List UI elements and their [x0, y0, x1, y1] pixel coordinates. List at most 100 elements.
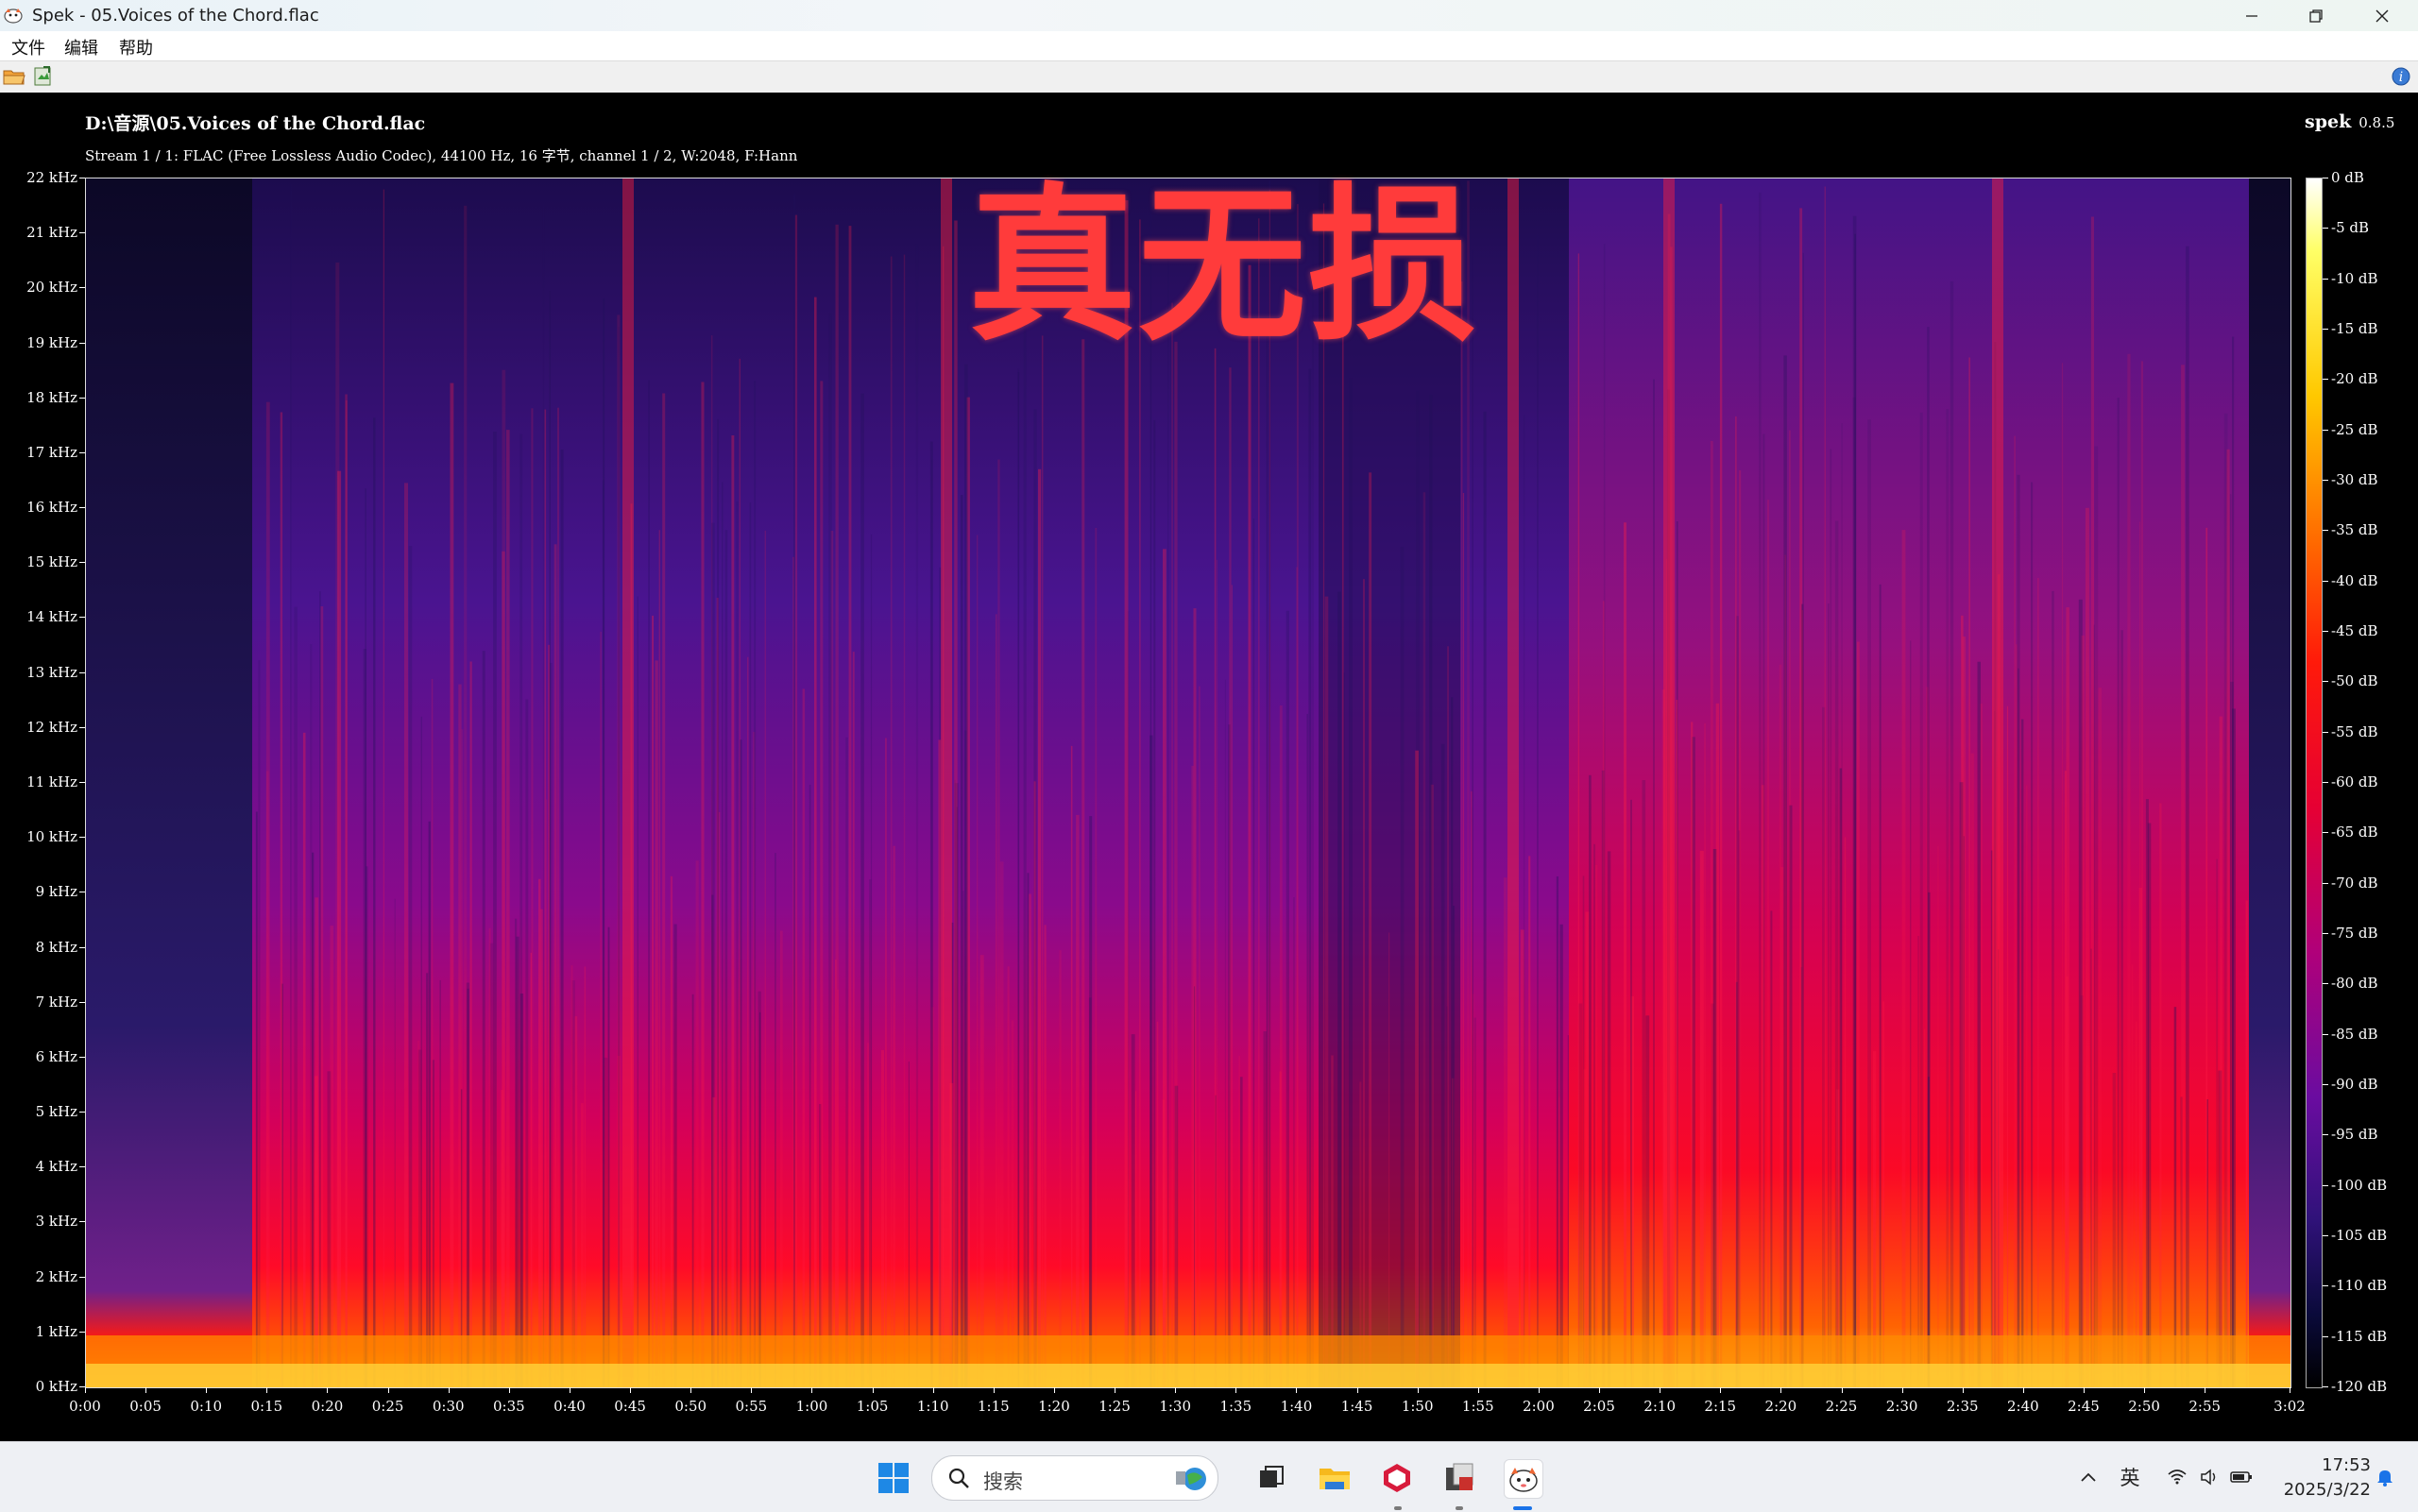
spectral-streak — [1429, 394, 1433, 1387]
spectral-streak — [1263, 1031, 1268, 1387]
ime-indicator[interactable]: 英 — [2116, 1442, 2144, 1512]
spectral-streak — [319, 591, 321, 1387]
menu-file[interactable]: 文件 — [11, 35, 45, 59]
spectral-streak — [2173, 1007, 2177, 1387]
spectral-streak — [779, 930, 783, 1387]
wifi-button[interactable] — [2163, 1442, 2191, 1512]
db-tick-label: -75 dB — [2331, 925, 2378, 942]
spectral-streak — [1607, 851, 1611, 1387]
frequency-tick — [79, 726, 85, 728]
svg-text:i: i — [2399, 70, 2403, 85]
spectral-streak — [1901, 530, 1906, 1387]
db-tick — [2323, 1335, 2328, 1337]
time-tick-label: 1:50 — [1401, 1398, 1434, 1415]
frequency-tick-label: 4 kHz — [35, 1158, 77, 1176]
frequency-tick — [79, 1112, 85, 1113]
spectral-streak — [1167, 246, 1169, 1387]
menu-edit[interactable]: 编辑 — [64, 35, 98, 59]
outro-quiet-region — [2249, 178, 2290, 1387]
transient-streak — [941, 178, 952, 1387]
volume-button[interactable] — [2195, 1442, 2223, 1512]
notification-button[interactable] — [2371, 1442, 2399, 1512]
spectral-streak — [1279, 705, 1283, 1387]
spectral-streak — [652, 615, 654, 1387]
save-image-icon[interactable] — [32, 66, 55, 87]
task-view-button[interactable] — [1252, 1459, 1290, 1497]
spectral-streak — [2052, 590, 2054, 1387]
frequency-tick — [79, 397, 85, 399]
spectral-streak — [365, 488, 366, 1387]
spectral-streak — [1007, 966, 1010, 1387]
spectral-streak — [1645, 1015, 1650, 1387]
restore-button[interactable] — [2286, 0, 2346, 31]
spectral-streak — [903, 254, 906, 1387]
spectral-streak — [1124, 200, 1129, 1387]
spectral-streak — [1041, 335, 1044, 1387]
time-tick — [85, 1387, 86, 1393]
spectral-streak — [997, 459, 1000, 1387]
db-tick-label: -105 dB — [2331, 1227, 2388, 1244]
frequency-tick — [79, 1001, 85, 1003]
spectral-streak — [584, 966, 587, 1387]
frequency-tick — [79, 617, 85, 619]
time-tick-label: 1:30 — [1159, 1398, 1192, 1415]
spectral-streak — [1676, 700, 1678, 1387]
time-tick — [1417, 1387, 1419, 1393]
spectral-streak — [1759, 192, 1762, 1387]
spectral-streak — [1194, 986, 1196, 1387]
spectral-streak — [1950, 280, 1954, 1387]
spectral-streak — [1471, 790, 1473, 1387]
search-placeholder: 搜索 — [983, 1470, 1023, 1493]
db-tick — [2323, 228, 2328, 229]
spectral-streak — [1963, 836, 1965, 1387]
time-tick — [1175, 1387, 1177, 1393]
time-tick — [1296, 1387, 1298, 1393]
system-clock[interactable]: 17:53 2025/3/22 — [2248, 1453, 2371, 1503]
search-icon — [948, 1468, 969, 1488]
spectral-streak — [467, 988, 469, 1387]
spectral-streak — [1801, 603, 1804, 1387]
time-tick — [630, 1387, 632, 1393]
spectral-streak — [1593, 843, 1595, 1387]
close-button[interactable] — [2352, 0, 2412, 31]
start-button[interactable] — [875, 1459, 912, 1497]
minimize-button[interactable] — [2222, 0, 2282, 31]
show-hidden-icons-button[interactable] — [2074, 1442, 2103, 1512]
time-tick-label: 0:10 — [190, 1398, 223, 1415]
spectral-streak — [1229, 367, 1232, 1387]
info-icon[interactable]: i — [2390, 66, 2412, 87]
db-tick-label: -40 dB — [2331, 571, 2378, 589]
spectral-streak — [2020, 719, 2024, 1387]
spectral-streak — [1770, 910, 1773, 1387]
time-tick — [1962, 1387, 1964, 1393]
menu-help[interactable]: 帮助 — [119, 35, 153, 59]
taskbar-search[interactable]: 搜索 — [931, 1455, 1218, 1501]
spek-taskbar-button[interactable] — [1504, 1459, 1543, 1499]
time-tick — [1841, 1387, 1843, 1393]
taskbar: 搜索 英 17:53 2025/3/22 — [0, 1441, 2418, 1512]
spectral-streak — [426, 973, 429, 1387]
time-tick-label: 2:50 — [2128, 1398, 2160, 1415]
spectral-streak — [530, 952, 532, 1387]
spectral-streak — [1691, 722, 1694, 1387]
photo-app-button[interactable] — [1440, 1459, 1478, 1497]
time-tick — [1053, 1387, 1055, 1393]
frequency-tick — [79, 671, 85, 673]
time-tick — [751, 1387, 753, 1393]
spectral-streak — [2037, 577, 2039, 1387]
spectral-streak — [1601, 770, 1605, 1387]
file-explorer-button[interactable] — [1316, 1459, 1354, 1497]
spectral-streak — [670, 875, 673, 1387]
spectral-streak — [1343, 672, 1345, 1387]
folder-open-icon[interactable] — [3, 66, 26, 87]
db-tick — [2323, 580, 2328, 582]
spectral-streak — [960, 495, 963, 1387]
hexagon-app-button[interactable] — [1378, 1459, 1416, 1497]
spectral-streak — [408, 546, 413, 1387]
spectral-streak — [1980, 704, 1983, 1387]
spectral-streak — [302, 732, 306, 1387]
db-tick — [2323, 1285, 2328, 1287]
spek-version: 0.8.5 — [2358, 114, 2395, 131]
db-tick — [2323, 631, 2328, 632]
spectral-streak — [2232, 336, 2235, 1387]
